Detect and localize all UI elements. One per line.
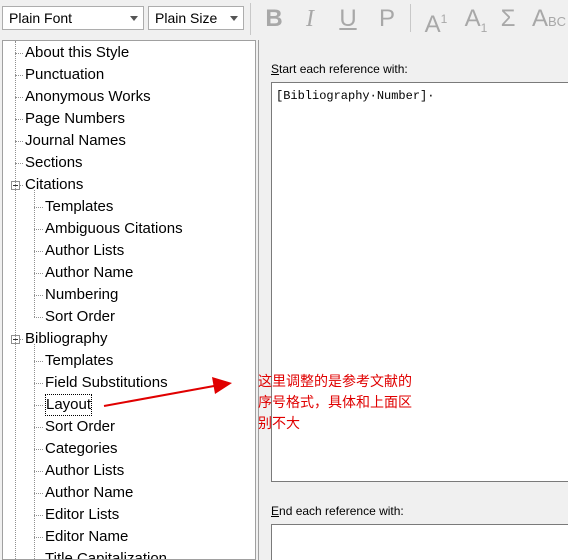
tree-connector (15, 119, 23, 120)
bold-button[interactable]: B (262, 4, 286, 34)
annotation-note: 这里调整的是参考文献的 序号格式，具体和上面区 别不大 (258, 372, 448, 435)
style-tree-panel[interactable]: About this Style Punctuation Anonymous Wor… (2, 40, 256, 560)
tree-item[interactable]: Numbering (45, 284, 118, 306)
tree-item[interactable]: Templates (45, 196, 113, 218)
tree-connector (15, 141, 23, 142)
tree-item[interactable]: Author Lists (45, 460, 124, 482)
tree-connector (34, 273, 43, 274)
tree-item[interactable]: Categories (45, 438, 118, 460)
tree-item[interactable]: Layout (45, 394, 93, 416)
tree-item[interactable]: Author Lists (45, 240, 124, 262)
tree-connector (15, 163, 23, 164)
tree-connector (20, 185, 23, 186)
tree-connector (34, 361, 43, 362)
tree-connector (34, 190, 35, 317)
tree-connector (34, 207, 43, 208)
font-select[interactable]: Plain Font (2, 6, 144, 30)
tree-connector (34, 515, 43, 516)
tree-item[interactable]: Bibliography (25, 328, 108, 350)
tree-item[interactable]: Journal Names (25, 130, 126, 152)
tree-connector (34, 251, 43, 252)
tree-item[interactable]: Page Numbers (25, 108, 125, 130)
tree-item[interactable]: Field Substitutions (45, 372, 168, 394)
tree-connector (34, 537, 43, 538)
tree-connector (34, 493, 43, 494)
format-toolbar: Plain Font Plain Size B I U P A1 A1 Σ AB… (0, 0, 568, 38)
layout-editor-panel: Start each reference with: [Bibliography… (258, 40, 568, 560)
tree-item[interactable]: Title Capitalization (45, 548, 167, 559)
tree-item[interactable]: Templates (45, 350, 113, 372)
chevron-down-icon (130, 16, 138, 21)
tree-connector (34, 344, 35, 559)
tree-item[interactable]: Sort Order (45, 416, 115, 438)
end-reference-label: End each reference with: (271, 504, 404, 518)
superscript-mark: 1 (440, 12, 448, 26)
tree-connector (15, 53, 23, 54)
start-reference-label: Start each reference with: (271, 62, 408, 76)
size-select[interactable]: Plain Size (148, 6, 244, 30)
tree-item[interactable]: Editor Name (45, 526, 128, 548)
size-select-value: Plain Size (155, 10, 218, 26)
tree-item[interactable]: Sort Order (45, 306, 115, 328)
tree-item[interactable]: Editor Lists (45, 504, 119, 526)
tree-connector (34, 229, 43, 230)
subscript-base: A (464, 5, 481, 32)
tree-item[interactable]: About this Style (25, 42, 129, 64)
tree-connector (34, 405, 43, 406)
subscript-mark: 1 (480, 20, 488, 35)
tree-item[interactable]: Punctuation (25, 64, 104, 86)
tree-item[interactable]: Anonymous Works (25, 86, 151, 108)
tree-connector (15, 97, 23, 98)
annotation-line: 序号格式，具体和上面区 (258, 395, 412, 411)
tree-connector (34, 427, 43, 428)
underline-button[interactable]: U (336, 4, 360, 34)
tree-item[interactable]: Author Name (45, 482, 133, 504)
symbol-button[interactable]: Σ (496, 4, 520, 34)
superscript-button[interactable]: A1 (420, 4, 452, 38)
annotation-line: 这里调整的是参考文献的 (258, 374, 412, 390)
tree-connector (34, 295, 43, 296)
small-caps-small: BC (547, 14, 567, 29)
toolbar-separator (250, 3, 251, 35)
tree-item[interactable]: Ambiguous Citations (45, 218, 183, 240)
end-reference-field[interactable] (271, 524, 568, 560)
tree-connector (15, 75, 23, 76)
subscript-button[interactable]: A1 (462, 4, 490, 35)
start-reference-value: [Bibliography·Number]· (276, 89, 435, 103)
plain-text-button[interactable]: P (376, 4, 398, 34)
superscript-base: A (424, 11, 441, 38)
tree-connector (34, 449, 43, 450)
annotation-line: 别不大 (258, 416, 300, 432)
tree-connector (20, 339, 23, 340)
italic-button[interactable]: I (300, 4, 320, 34)
toolbar-separator (410, 4, 411, 32)
tree-connector (15, 41, 16, 559)
tree-connector (34, 317, 43, 318)
tree-connector (34, 471, 43, 472)
tree-connector (34, 383, 43, 384)
font-select-value: Plain Font (9, 10, 73, 26)
small-caps-button[interactable]: ABC (530, 4, 568, 34)
tree-item[interactable]: Author Name (45, 262, 133, 284)
small-caps-big: A (531, 5, 548, 32)
tree-item[interactable]: Sections (25, 152, 83, 174)
chevron-down-icon (230, 16, 238, 21)
